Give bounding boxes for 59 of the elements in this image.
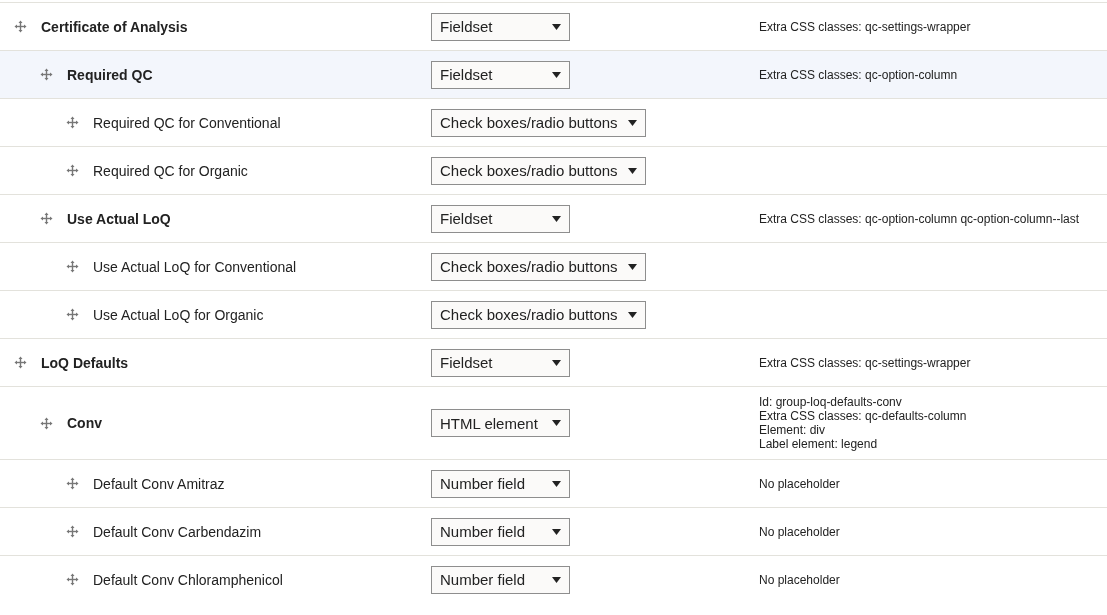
drag-handle-icon[interactable] [66, 116, 79, 129]
drag-handle-icon[interactable] [40, 68, 53, 81]
caret-icon [552, 359, 561, 366]
summary-text: Extra CSS classes: qc-settings-wrapper [759, 355, 972, 370]
field-label: Certificate of Analysis [41, 18, 188, 35]
widget-select[interactable]: Check boxes/radio buttons [431, 300, 646, 329]
caret-icon [552, 71, 561, 78]
field-label: Required QC [67, 66, 153, 83]
caret-icon [552, 528, 561, 535]
caret-icon [627, 311, 637, 318]
field-label: Use Actual LoQ for Conventional [93, 258, 297, 275]
summary-text: Id: group-loq-defaults-conv [759, 395, 903, 409]
caret-icon [552, 576, 561, 583]
summary-text: No placeholder [759, 572, 841, 587]
field-label: Default Conv Amitraz [93, 475, 225, 492]
summary-text: Extra CSS classes: qc-defaults-column [759, 409, 968, 423]
drag-handle-icon[interactable] [40, 212, 53, 225]
widget-select[interactable]: Check boxes/radio buttons [431, 252, 646, 281]
caret-icon [552, 420, 561, 426]
widget-select[interactable]: Fieldset [431, 348, 570, 377]
drag-handle-icon[interactable] [40, 416, 53, 430]
drag-handle-icon[interactable] [66, 525, 79, 538]
caret-icon [552, 215, 561, 222]
drag-handle-icon[interactable] [66, 164, 79, 177]
widget-select[interactable]: Fieldset [431, 12, 570, 41]
field-label: Use Actual LoQ for Organic [93, 306, 264, 323]
widget-select[interactable]: HTML element [431, 409, 570, 437]
drag-handle-icon[interactable] [14, 356, 27, 369]
field-label: Required QC for Conventional [93, 114, 281, 131]
widget-select[interactable]: Check boxes/radio buttons [431, 108, 646, 137]
caret-icon [552, 23, 561, 30]
summary-text: No placeholder [759, 476, 841, 491]
drag-handle-icon[interactable] [66, 477, 79, 490]
drag-handle-icon[interactable] [14, 20, 27, 33]
summary-text: Element: div [759, 423, 827, 437]
widget-select[interactable]: Number field [431, 565, 570, 594]
caret-icon [627, 119, 637, 126]
field-label: Use Actual LoQ [67, 210, 171, 227]
caret-icon [552, 480, 561, 487]
widget-select[interactable]: Fieldset [431, 60, 570, 89]
caret-icon [627, 167, 637, 174]
field-label: Default Conv Chloramphenicol [93, 571, 283, 588]
widget-select[interactable]: Number field [431, 517, 570, 546]
summary-text: Extra CSS classes: qc-settings-wrapper [759, 19, 972, 34]
field-label: Default Conv Carbendazim [93, 523, 262, 540]
summary-text: Extra CSS classes: qc-option-column qc-option-column--last [759, 211, 1081, 226]
summary-text: Extra CSS classes: qc-option-column [759, 67, 959, 82]
drag-handle-icon[interactable] [66, 573, 79, 586]
field-label: LoQ Defaults [41, 354, 129, 371]
widget-select[interactable]: Number field [431, 469, 570, 498]
drag-handle-icon[interactable] [66, 308, 79, 321]
widget-select[interactable]: Fieldset [431, 204, 570, 233]
summary-text: Label element: legend [759, 437, 879, 451]
summary-text: No placeholder [759, 524, 841, 539]
widget-select[interactable]: Check boxes/radio buttons [431, 156, 646, 185]
field-label: Required QC for Organic [93, 162, 248, 179]
field-label: Conv [67, 415, 102, 431]
drag-handle-icon[interactable] [66, 260, 79, 273]
caret-icon [627, 263, 637, 270]
